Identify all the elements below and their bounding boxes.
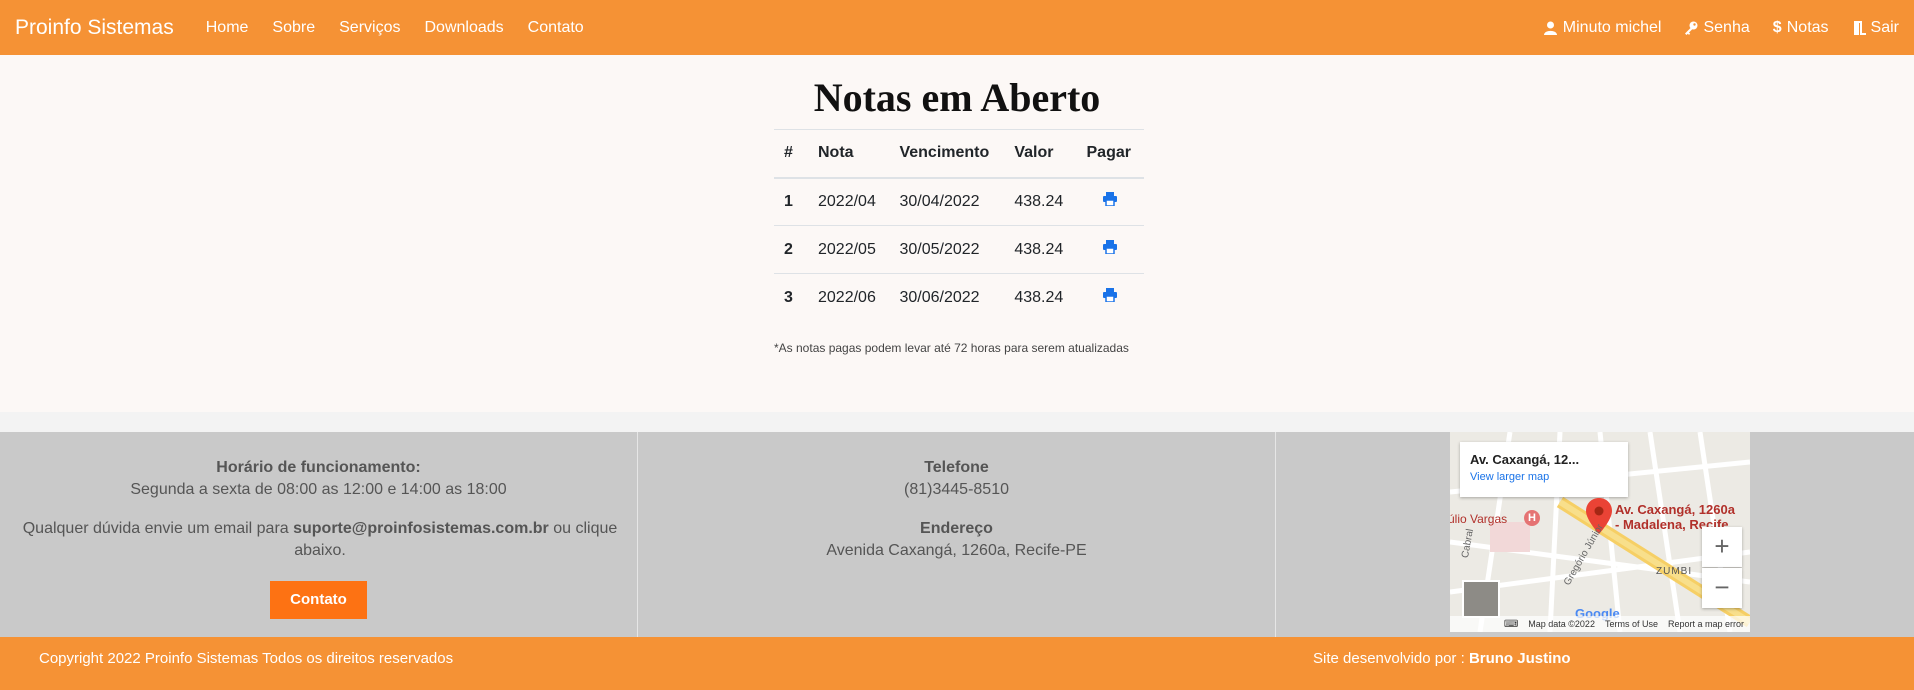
telefone-value: (81)3445-8510	[904, 481, 1009, 498]
nav-notas-label: Notas	[1786, 18, 1829, 36]
row-valor: 438.24	[1004, 273, 1077, 322]
nav-sair[interactable]: Sair	[1829, 19, 1899, 37]
map-info-card: Av. Caxangá, 12... View larger map	[1460, 442, 1628, 497]
notas-table: # Nota Vencimento Valor Pagar 1 2022/04 …	[774, 129, 1144, 322]
bottom-bar: Copyright 2022 Proinfo Sistemas Todos os…	[0, 637, 1914, 690]
nav-notas[interactable]: $ Notas	[1750, 19, 1829, 37]
pin-label-line-1: Av. Caxangá, 1260a	[1615, 502, 1735, 517]
dev-name[interactable]: Bruno Justino	[1469, 650, 1571, 667]
row-vencimento: 30/06/2022	[889, 273, 1005, 322]
row-valor: 438.24	[1004, 177, 1077, 226]
satellite-toggle[interactable]	[1462, 580, 1500, 618]
google-map[interactable]: Av. Caxangá, 12... View larger map úlio …	[1450, 432, 1750, 632]
row-vencimento: 30/04/2022	[889, 177, 1005, 226]
terms-link[interactable]: Terms of Use	[1605, 619, 1658, 629]
nav-servicos[interactable]: Serviços	[327, 19, 412, 37]
zoom-in-button[interactable]: +	[1702, 527, 1742, 567]
nav-links: Home Sobre Serviços Downloads Contato	[194, 19, 596, 37]
print-icon[interactable]	[1103, 240, 1118, 259]
zoom-out-button[interactable]: −	[1702, 568, 1742, 608]
main-content: Notas em Aberto # Nota Vencimento Valor …	[0, 55, 1914, 412]
col-vencimento: Vencimento	[889, 129, 1005, 179]
row-vencimento: 30/05/2022	[889, 225, 1005, 274]
nav-sair-label: Sair	[1870, 18, 1899, 36]
telefone-title: Telefone	[924, 459, 989, 476]
row-number: 2	[774, 225, 808, 274]
col-pagar: Pagar	[1076, 129, 1144, 179]
endereco-value: Avenida Caxangá, 1260a, Recife-PE	[826, 542, 1087, 559]
nav-downloads[interactable]: Downloads	[412, 19, 515, 37]
nav-user-label: Minuto michel	[1562, 18, 1662, 36]
nav-home[interactable]: Home	[194, 19, 261, 37]
dev-prefix: Site desenvolvido por :	[1313, 650, 1469, 667]
copyright-text: Copyright 2022 Proinfo Sistemas Todos os…	[39, 650, 454, 667]
support-email[interactable]: suporte@proinfosistemas.com.br	[293, 520, 549, 537]
horario-column: Horário de funcionamento: Segunda a sext…	[0, 432, 638, 637]
nav-contato[interactable]: Contato	[516, 19, 596, 37]
print-icon[interactable]	[1103, 288, 1118, 307]
table-row: 3 2022/06 30/06/2022 438.24	[774, 273, 1144, 322]
map-card-address: Av. Caxangá, 12...	[1470, 452, 1580, 467]
row-valor: 438.24	[1004, 225, 1077, 274]
hospital-icon: H	[1524, 510, 1540, 526]
map-data-text: Map data ©2022	[1528, 619, 1595, 629]
nav-sobre[interactable]: Sobre	[260, 19, 327, 37]
row-number: 3	[774, 273, 808, 322]
keyboard-icon[interactable]: ⌨	[1504, 619, 1518, 630]
view-larger-map-link[interactable]: View larger map	[1470, 471, 1618, 483]
contato-button[interactable]: Contato	[270, 581, 367, 619]
table-row: 2 2022/05 30/05/2022 438.24	[774, 225, 1144, 274]
row-nota: 2022/06	[808, 273, 890, 322]
payment-note: *As notas pagas podem levar até 72 horas…	[774, 341, 1129, 355]
duvida-text: Qualquer dúvida envie um email para supo…	[20, 518, 620, 562]
print-icon[interactable]	[1103, 192, 1118, 211]
nav-senha[interactable]: Senha	[1661, 18, 1750, 37]
key-icon	[1684, 21, 1698, 35]
nav-user-menu: Minuto michel Senha $ Notas Sair	[1521, 19, 1899, 37]
row-number: 1	[774, 177, 808, 226]
map-area-zumbi: ZUMBI	[1656, 566, 1693, 577]
table-row: 1 2022/04 30/04/2022 438.24	[774, 177, 1144, 226]
row-nota: 2022/05	[808, 225, 890, 274]
endereco-title: Endereço	[920, 520, 993, 537]
nav-user[interactable]: Minuto michel	[1521, 18, 1662, 37]
nav-senha-label: Senha	[1703, 18, 1750, 36]
horario-title: Horário de funcionamento:	[216, 459, 421, 476]
map-poi-vargas: úlio Vargas	[1450, 512, 1508, 526]
col-valor: Valor	[1004, 129, 1077, 179]
navbar: Proinfo Sistemas Home Sobre Serviços Dow…	[0, 0, 1914, 55]
col-nota: Nota	[808, 129, 890, 179]
dollar-icon: $	[1772, 18, 1782, 36]
navbar-brand[interactable]: Proinfo Sistemas	[15, 16, 174, 40]
contact-column: Telefone (81)3445-8510 Endereço Avenida …	[638, 432, 1276, 637]
row-nota: 2022/04	[808, 177, 890, 226]
page-title: Notas em Aberto	[813, 75, 1101, 120]
user-icon	[1544, 21, 1558, 35]
developer-credit: Site desenvolvido por : Bruno Justino	[1313, 637, 1571, 681]
table-header-row: # Nota Vencimento Valor Pagar	[774, 129, 1144, 179]
col-number: #	[774, 129, 808, 179]
duvida-prefix: Qualquer dúvida envie um email para	[22, 520, 294, 537]
horario-text: Segunda a sexta de 08:00 as 12:00 e 14:0…	[130, 481, 507, 498]
report-error-link[interactable]: Report a map error	[1668, 619, 1744, 629]
map-footer: ⌨ Map data ©2022 Terms of Use Report a m…	[1450, 616, 1750, 632]
door-icon	[1852, 20, 1866, 35]
